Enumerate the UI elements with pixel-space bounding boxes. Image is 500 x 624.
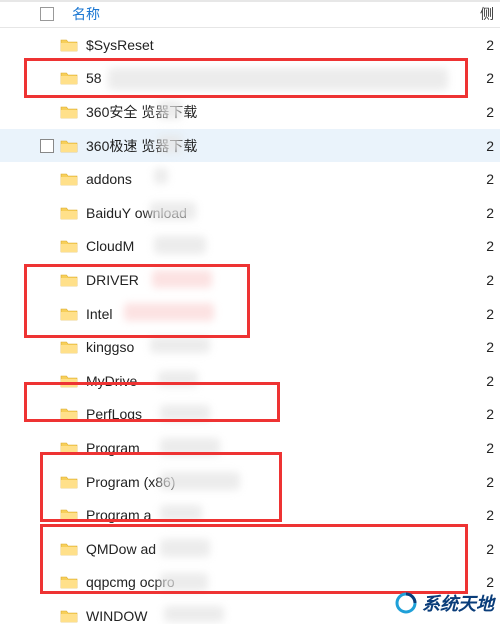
folder-row[interactable]: DRIVER 2: [0, 263, 500, 297]
folder-icon: [60, 71, 78, 85]
folder-icon: [60, 374, 78, 388]
file-explorer-window: { "header": { "name_col": "名称", "right_c…: [0, 0, 500, 624]
folder-name-label: DRIVER: [86, 272, 139, 288]
folder-icon: [60, 508, 78, 522]
censor-smudge: [160, 438, 220, 456]
folder-icon: [60, 105, 78, 119]
column-header-right[interactable]: 侧: [480, 4, 494, 24]
censor-smudge: [150, 202, 196, 220]
censor-smudge: [158, 371, 198, 387]
row-right-value: 2: [486, 37, 494, 53]
folder-row[interactable]: 360安全 览器下载2: [0, 95, 500, 129]
row-right-value: 2: [486, 474, 494, 490]
folder-name-label: Program: [86, 440, 140, 456]
folder-icon: [60, 575, 78, 589]
row-right-value: 2: [486, 541, 494, 557]
censor-smudge: [154, 236, 206, 254]
watermark-logo-icon: [394, 591, 418, 615]
folder-row[interactable]: addons 2: [0, 162, 500, 196]
folder-name-label: Intel: [86, 306, 112, 322]
censor-smudge: [154, 168, 168, 184]
folder-icon: [60, 407, 78, 421]
censor-smudge: [160, 472, 240, 490]
folder-row[interactable]: QMDow ad 2: [0, 532, 500, 566]
column-header-row: 名称 侧: [0, 0, 500, 28]
file-list: $SysReset2582360安全 览器下载2360极速 览器下载2addon…: [0, 28, 500, 624]
folder-icon: [60, 139, 78, 153]
folder-icon: [60, 307, 78, 321]
folder-name-label: QMDow ad: [86, 541, 156, 557]
row-checkbox[interactable]: [40, 139, 54, 153]
row-right-value: 2: [486, 306, 494, 322]
folder-name-label: WINDOW: [86, 608, 147, 624]
folder-row[interactable]: PerfLogs 2: [0, 398, 500, 432]
folder-icon: [60, 273, 78, 287]
row-right-value: 2: [486, 339, 494, 355]
folder-icon: [60, 206, 78, 220]
row-right-value: 2: [486, 104, 494, 120]
folder-row[interactable]: kinggso 2: [0, 330, 500, 364]
folder-icon: [60, 475, 78, 489]
censor-smudge: [152, 270, 212, 288]
row-right-value: 2: [486, 70, 494, 86]
folder-row[interactable]: $SysReset 2: [0, 28, 500, 62]
row-right-value: 2: [486, 272, 494, 288]
row-right-value: 2: [486, 238, 494, 254]
folder-row[interactable]: MyDrive 2: [0, 364, 500, 398]
folder-icon: [60, 340, 78, 354]
column-header-name[interactable]: 名称: [72, 4, 100, 24]
folder-name-label: 58: [86, 70, 102, 86]
folder-row[interactable]: Program a 2: [0, 498, 500, 532]
folder-name-label: addons: [86, 171, 132, 187]
censor-smudge: [158, 101, 182, 119]
censor-smudge: [158, 135, 182, 153]
row-right-value: 2: [486, 373, 494, 389]
folder-row[interactable]: BaiduY ownload2: [0, 196, 500, 230]
folder-row[interactable]: CloudM 2: [0, 230, 500, 264]
censor-smudge: [164, 606, 224, 622]
row-right-value: 2: [486, 574, 494, 590]
censor-smudge: [124, 303, 214, 321]
row-right-value: 2: [486, 507, 494, 523]
folder-icon: [60, 542, 78, 556]
censor-smudge: [160, 573, 208, 591]
folder-icon: [60, 172, 78, 186]
row-right-value: 2: [486, 138, 494, 154]
folder-name-label: $SysReset: [86, 37, 154, 53]
folder-icon: [60, 441, 78, 455]
folder-icon: [60, 239, 78, 253]
censor-smudge: [160, 405, 210, 421]
censor-smudge: [160, 505, 202, 521]
select-all-checkbox[interactable]: [40, 7, 54, 21]
folder-name-label: kinggso: [86, 339, 134, 355]
folder-row[interactable]: Intel 2: [0, 297, 500, 331]
row-right-value: 2: [486, 205, 494, 221]
watermark-text: 系统天地: [422, 590, 494, 616]
folder-name-label: MyDrive: [86, 373, 137, 389]
folder-icon: [60, 38, 78, 52]
top-border: [0, 0, 500, 2]
watermark: 系统天地: [394, 590, 494, 616]
folder-row[interactable]: Program 2: [0, 431, 500, 465]
folder-name-label: PerfLogs: [86, 406, 142, 422]
folder-name-label: Program a: [86, 507, 151, 523]
censor-smudge: [150, 337, 210, 353]
censor-smudge: [160, 539, 210, 557]
folder-row[interactable]: 360极速 览器下载2: [0, 129, 500, 163]
row-right-value: 2: [486, 440, 494, 456]
row-right-value: 2: [486, 406, 494, 422]
row-right-value: 2: [486, 171, 494, 187]
folder-icon: [60, 609, 78, 623]
censor-smudge: [108, 68, 448, 90]
folder-row[interactable]: Program (x86)2: [0, 465, 500, 499]
folder-name-label: CloudM: [86, 238, 134, 254]
